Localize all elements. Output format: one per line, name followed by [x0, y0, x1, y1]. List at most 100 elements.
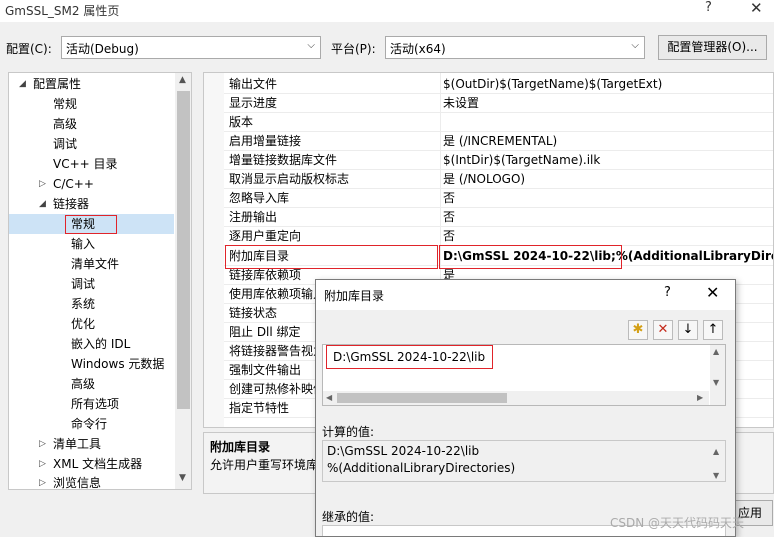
computed-value-line: D:\GmSSL 2024-10-22\lib	[327, 444, 480, 458]
tree-item-label: 清单工具	[53, 437, 102, 451]
property-name: 忽略导入库	[229, 191, 290, 205]
property-row[interactable]: 取消显示启动版权标志 是 (/NOLOGO)	[224, 170, 773, 189]
property-value: 否	[443, 210, 456, 224]
edit-horizontal-scrollbar[interactable]: ◀ ▶	[323, 391, 709, 405]
tree-item-cpp[interactable]: ▷ C/C++	[39, 174, 94, 194]
scroll-down-icon[interactable]: ▼	[713, 467, 719, 484]
collapsed-icon[interactable]: ▷	[39, 473, 46, 489]
tree-item-debugging[interactable]: 调试	[53, 134, 77, 154]
dialog-help-button[interactable]: ?	[664, 285, 671, 300]
title-bar: GmSSL_SM2 属性页 ? ✕	[0, 0, 774, 22]
tree-scroll-thumb[interactable]	[177, 91, 190, 409]
annotation-highlight-box	[439, 245, 622, 269]
computed-value-line: %(AdditionalLibraryDirectories)	[327, 461, 516, 475]
property-row[interactable]: 增量链接数据库文件 $(IntDir)$(TargetName).ilk	[224, 151, 773, 170]
property-row[interactable]: 显示进度 未设置	[224, 94, 773, 113]
move-down-icon[interactable]: ↓	[678, 320, 698, 340]
property-row[interactable]: 输出文件 $(OutDir)$(TargetName)$(TargetExt)	[224, 75, 773, 94]
scroll-up-icon[interactable]: ▲	[713, 347, 719, 356]
property-value: $(IntDir)$(TargetName).ilk	[443, 153, 601, 167]
tree-item-label: C/C++	[53, 177, 94, 191]
tree-item-linker-input[interactable]: 输入	[71, 234, 95, 254]
property-tree: ◢ 配置属性 常规 高级 调试 VC++ 目录 ▷ C/C++ ◢ 链接器 常规…	[8, 72, 192, 490]
directory-edit-box[interactable]: D:\GmSSL 2024-10-22\lib ◀ ▶ ▲ ▼	[322, 344, 726, 406]
window-title: GmSSL_SM2 属性页	[5, 4, 120, 18]
property-row[interactable]: 版本	[224, 113, 773, 132]
scroll-down-icon[interactable]: ▼	[179, 473, 186, 483]
tree-item-advanced[interactable]: 高级	[53, 114, 77, 134]
tree-item-config-properties[interactable]: ◢ 配置属性	[19, 74, 82, 94]
tree-item-xml-doc-generator[interactable]: ▷ XML 文档生成器	[39, 454, 142, 474]
scroll-up-icon[interactable]: ▲	[179, 75, 186, 85]
tree-item-linker-command-line[interactable]: 命令行	[71, 414, 107, 434]
collapsed-icon[interactable]: ▷	[39, 434, 46, 454]
move-up-icon[interactable]: ↑	[703, 320, 723, 340]
new-line-icon[interactable]: ✱	[628, 320, 648, 340]
property-name: 注册输出	[229, 210, 278, 224]
directory-entry[interactable]: D:\GmSSL 2024-10-22\lib	[326, 345, 493, 369]
tree-item-linker[interactable]: ◢ 链接器	[39, 194, 89, 214]
collapsed-icon[interactable]: ▷	[39, 454, 46, 474]
property-name: 显示进度	[229, 96, 278, 110]
tree-item-linker-debugging[interactable]: 调试	[71, 274, 95, 294]
property-name: 取消显示启动版权标志	[229, 172, 350, 186]
property-name: 创建可热修补映像	[229, 382, 326, 396]
description-title: 附加库目录	[210, 440, 271, 454]
collapsed-icon[interactable]: ▷	[39, 174, 46, 194]
platform-label: 平台(P):	[331, 42, 376, 56]
tree-item-linker-system[interactable]: 系统	[71, 294, 95, 314]
scroll-up-icon[interactable]: ▲	[713, 443, 719, 460]
computed-value-box: D:\GmSSL 2024-10-22\lib %(AdditionalLibr…	[322, 440, 726, 482]
delete-icon[interactable]: ✕	[653, 320, 673, 340]
edit-vertical-scrollbar[interactable]: ▲ ▼	[710, 345, 725, 405]
edit-scroll-thumb[interactable]	[337, 393, 507, 403]
chevron-down-icon: ⌵	[631, 40, 639, 51]
tree-item-manifest-tool[interactable]: ▷ 清单工具	[39, 434, 102, 454]
property-value: $(OutDir)$(TargetName)$(TargetExt)	[443, 77, 663, 91]
property-name: 阻止 Dll 绑定	[229, 325, 301, 339]
expanded-icon[interactable]: ◢	[19, 74, 26, 94]
dialog-title: 附加库目录	[324, 289, 385, 303]
property-value: 否	[443, 191, 456, 205]
expanded-icon[interactable]: ◢	[39, 194, 46, 214]
tree-item-linker-embedded-idl[interactable]: 嵌入的 IDL	[71, 334, 130, 354]
tree-item-general[interactable]: 常规	[53, 94, 77, 114]
property-value: 否	[443, 229, 456, 243]
tree-item-linker-windows-metadata[interactable]: Windows 元数据	[71, 354, 164, 374]
config-manager-button[interactable]: 配置管理器(O)...	[658, 35, 767, 60]
tree-item-linker-all-options[interactable]: 所有选项	[71, 394, 119, 414]
property-value: 是 (/INCREMENTAL)	[443, 134, 558, 148]
property-name: 逐用户重定向	[229, 229, 302, 243]
property-row[interactable]: 忽略导入库 否	[224, 189, 773, 208]
dialog-close-button[interactable]: ✕	[706, 283, 719, 302]
scroll-right-icon[interactable]: ▶	[697, 393, 703, 402]
property-row[interactable]: 启用增量链接 是 (/INCREMENTAL)	[224, 132, 773, 151]
watermark: CSDN @天天代码码天天	[610, 516, 745, 530]
tree-item-label: 浏览信息	[53, 476, 102, 490]
scroll-left-icon[interactable]: ◀	[326, 393, 332, 402]
property-row[interactable]: 注册输出 否	[224, 208, 773, 227]
config-combo[interactable]: 活动(Debug) ⌵	[61, 36, 321, 59]
property-name: 强制文件输出	[229, 363, 302, 377]
tree-item-browse-info[interactable]: ▷ 浏览信息	[39, 473, 102, 490]
config-label: 配置(C):	[6, 42, 52, 56]
tree-item-linker-optimization[interactable]: 优化	[71, 314, 95, 334]
platform-combo[interactable]: 活动(x64) ⌵	[385, 36, 645, 59]
computed-scrollbar[interactable]: ▲ ▼	[710, 441, 725, 481]
tree-item-vc-directories[interactable]: VC++ 目录	[53, 154, 118, 174]
property-row[interactable]: 逐用户重定向 否	[224, 227, 773, 246]
property-name: 启用增量链接	[229, 134, 302, 148]
property-value: 未设置	[443, 96, 480, 110]
scroll-down-icon[interactable]: ▼	[713, 378, 719, 387]
tree-item-linker-advanced[interactable]: 高级	[71, 374, 95, 394]
additional-library-dirs-dialog: 附加库目录 ? ✕ ✱ ✕ ↓ ↑ D:\GmSSL 2024-10-22\li…	[315, 279, 736, 537]
close-button[interactable]: ✕	[750, 0, 763, 17]
property-value: 是 (/NOLOGO)	[443, 172, 526, 186]
dialog-title-bar: 附加库目录 ? ✕	[316, 280, 735, 310]
tree-item-label: 配置属性	[33, 77, 82, 91]
config-value: 活动(Debug)	[66, 42, 139, 56]
help-button[interactable]: ?	[705, 0, 712, 15]
property-name: 指定节特性	[229, 401, 290, 415]
tree-item-linker-manifest[interactable]: 清单文件	[71, 254, 119, 274]
computed-value-label: 计算的值:	[322, 425, 375, 439]
